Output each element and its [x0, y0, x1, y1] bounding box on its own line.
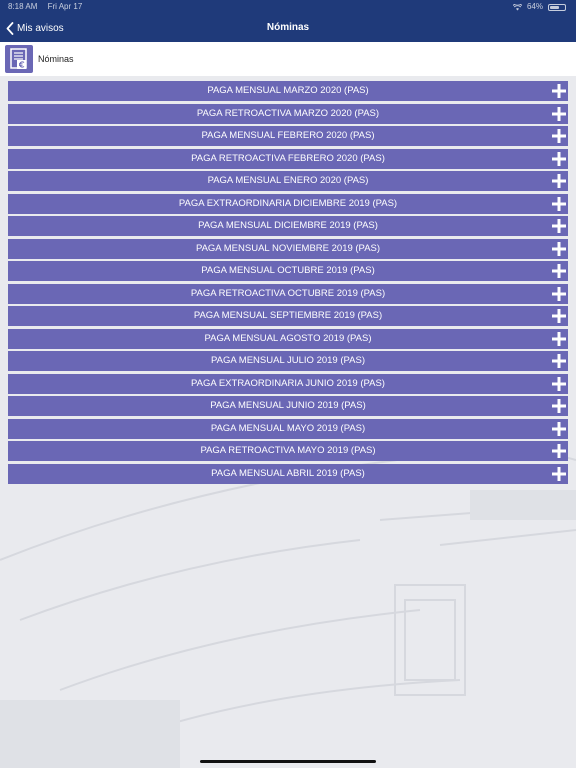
- status-date: Fri Apr 17: [47, 2, 83, 11]
- payslip-row-label: PAGA MENSUAL NOVIEMBRE 2019 (PAS): [195, 242, 381, 254]
- battery-level: [550, 5, 559, 9]
- wifi-icon: [512, 3, 522, 10]
- payslip-row-label: PAGA MENSUAL AGOSTO 2019 (PAS): [204, 332, 372, 344]
- plus-icon[interactable]: [552, 84, 566, 98]
- back-button-label: Mis avisos: [17, 22, 64, 34]
- payslip-row[interactable]: PAGA RETROACTIVA MAYO 2019 (PAS): [8, 441, 568, 461]
- payslip-row[interactable]: PAGA MENSUAL NOVIEMBRE 2019 (PAS): [8, 238, 568, 259]
- back-button[interactable]: Mis avisos: [6, 14, 64, 42]
- payslip-row-label: PAGA MENSUAL OCTUBRE 2019 (PAS): [201, 265, 375, 276]
- payslip-row-label: PAGA RETROACTIVA MAYO 2019 (PAS): [200, 445, 376, 456]
- payslip-row[interactable]: PAGA RETROACTIVA FEBRERO 2020 (PAS): [8, 148, 568, 169]
- payslip-row-label: PAGA EXTRAORDINARIA DICIEMBRE 2019 (PAS): [178, 197, 398, 209]
- plus-icon[interactable]: [552, 309, 566, 323]
- chevron-left-icon: [6, 21, 14, 35]
- payslip-row[interactable]: PAGA MENSUAL ABRIL 2019 (PAS): [8, 463, 568, 484]
- status-bar: 8:18 AM Fri Apr 17 64%: [0, 0, 576, 14]
- plus-icon[interactable]: [552, 106, 566, 121]
- plus-icon[interactable]: [552, 174, 566, 188]
- payslip-row-label: PAGA EXTRAORDINARIA JUNIO 2019 (PAS): [191, 377, 385, 389]
- payslip-row-label: PAGA RETROACTIVA OCTUBRE 2019 (PAS): [190, 287, 386, 299]
- payslip-row-label: PAGA MENSUAL JULIO 2019 (PAS): [211, 355, 365, 366]
- payslip-row-label: PAGA MENSUAL JUNIO 2019 (PAS): [210, 400, 366, 411]
- plus-icon[interactable]: [552, 421, 566, 436]
- home-indicator[interactable]: [200, 760, 376, 763]
- payslip-row[interactable]: PAGA MENSUAL MARZO 2020 (PAS): [8, 81, 568, 101]
- payslip-row-label: PAGA RETROACTIVA FEBRERO 2020 (PAS): [191, 152, 385, 164]
- navigation-bar: Mis avisos Nóminas: [0, 14, 576, 42]
- payslip-row[interactable]: PAGA MENSUAL ENERO 2020 (PAS): [8, 171, 568, 191]
- payslip-row-label: PAGA MENSUAL MARZO 2020 (PAS): [207, 85, 369, 96]
- payslip-row[interactable]: PAGA MENSUAL DICIEMBRE 2019 (PAS): [8, 216, 568, 236]
- plus-icon[interactable]: [552, 444, 566, 458]
- status-time: 8:18 AM: [8, 2, 38, 11]
- payslip-row[interactable]: PAGA MENSUAL JULIO 2019 (PAS): [8, 351, 568, 371]
- plus-icon[interactable]: [552, 129, 566, 143]
- plus-icon[interactable]: [552, 399, 566, 413]
- plus-icon[interactable]: [552, 219, 566, 233]
- plus-icon[interactable]: [552, 286, 566, 301]
- payslip-row[interactable]: PAGA MENSUAL OCTUBRE 2019 (PAS): [8, 261, 568, 281]
- plus-icon[interactable]: [552, 241, 566, 256]
- plus-icon[interactable]: [552, 151, 566, 166]
- plus-icon[interactable]: [552, 354, 566, 368]
- payslip-row[interactable]: PAGA MENSUAL FEBRERO 2020 (PAS): [8, 126, 568, 146]
- payslip-row[interactable]: PAGA EXTRAORDINARIA JUNIO 2019 (PAS): [8, 373, 568, 394]
- payslip-row-label: PAGA MENSUAL DICIEMBRE 2019 (PAS): [198, 220, 378, 231]
- plus-icon[interactable]: [552, 264, 566, 278]
- payslip-row-label: PAGA MENSUAL MAYO 2019 (PAS): [210, 422, 366, 434]
- payslip-list: PAGA MENSUAL MARZO 2020 (PAS) PAGA RETROA…: [8, 81, 568, 486]
- payslip-row[interactable]: PAGA RETROACTIVA MARZO 2020 (PAS): [8, 103, 568, 124]
- battery-icon: [548, 3, 566, 11]
- section-header: Nóminas: [0, 42, 576, 76]
- payslip-row[interactable]: PAGA MENSUAL SEPTIEMBRE 2019 (PAS): [8, 306, 568, 326]
- payslip-row-label: PAGA MENSUAL SEPTIEMBRE 2019 (PAS): [193, 310, 383, 321]
- plus-icon[interactable]: [552, 196, 566, 211]
- payslip-euro-icon: [5, 45, 33, 73]
- plus-icon[interactable]: [552, 466, 566, 481]
- payslip-row[interactable]: PAGA RETROACTIVA OCTUBRE 2019 (PAS): [8, 283, 568, 304]
- payslip-row-label: PAGA MENSUAL ABRIL 2019 (PAS): [211, 467, 365, 479]
- payslip-row[interactable]: PAGA MENSUAL MAYO 2019 (PAS): [8, 418, 568, 439]
- section-title: Nóminas: [38, 54, 74, 64]
- page-title: Nóminas: [266, 22, 310, 33]
- plus-icon[interactable]: [552, 376, 566, 391]
- payslip-row-label: PAGA RETROACTIVA MARZO 2020 (PAS): [196, 107, 380, 119]
- plus-icon[interactable]: [552, 331, 566, 346]
- payslip-row-label: PAGA MENSUAL ENERO 2020 (PAS): [207, 175, 369, 186]
- battery-percent: 64%: [526, 2, 543, 11]
- payslip-row[interactable]: PAGA MENSUAL AGOSTO 2019 (PAS): [8, 328, 568, 349]
- payslip-row[interactable]: PAGA EXTRAORDINARIA DICIEMBRE 2019 (PAS): [8, 193, 568, 214]
- payslip-row[interactable]: PAGA MENSUAL JUNIO 2019 (PAS): [8, 396, 568, 416]
- payslip-row-label: PAGA MENSUAL FEBRERO 2020 (PAS): [201, 130, 375, 141]
